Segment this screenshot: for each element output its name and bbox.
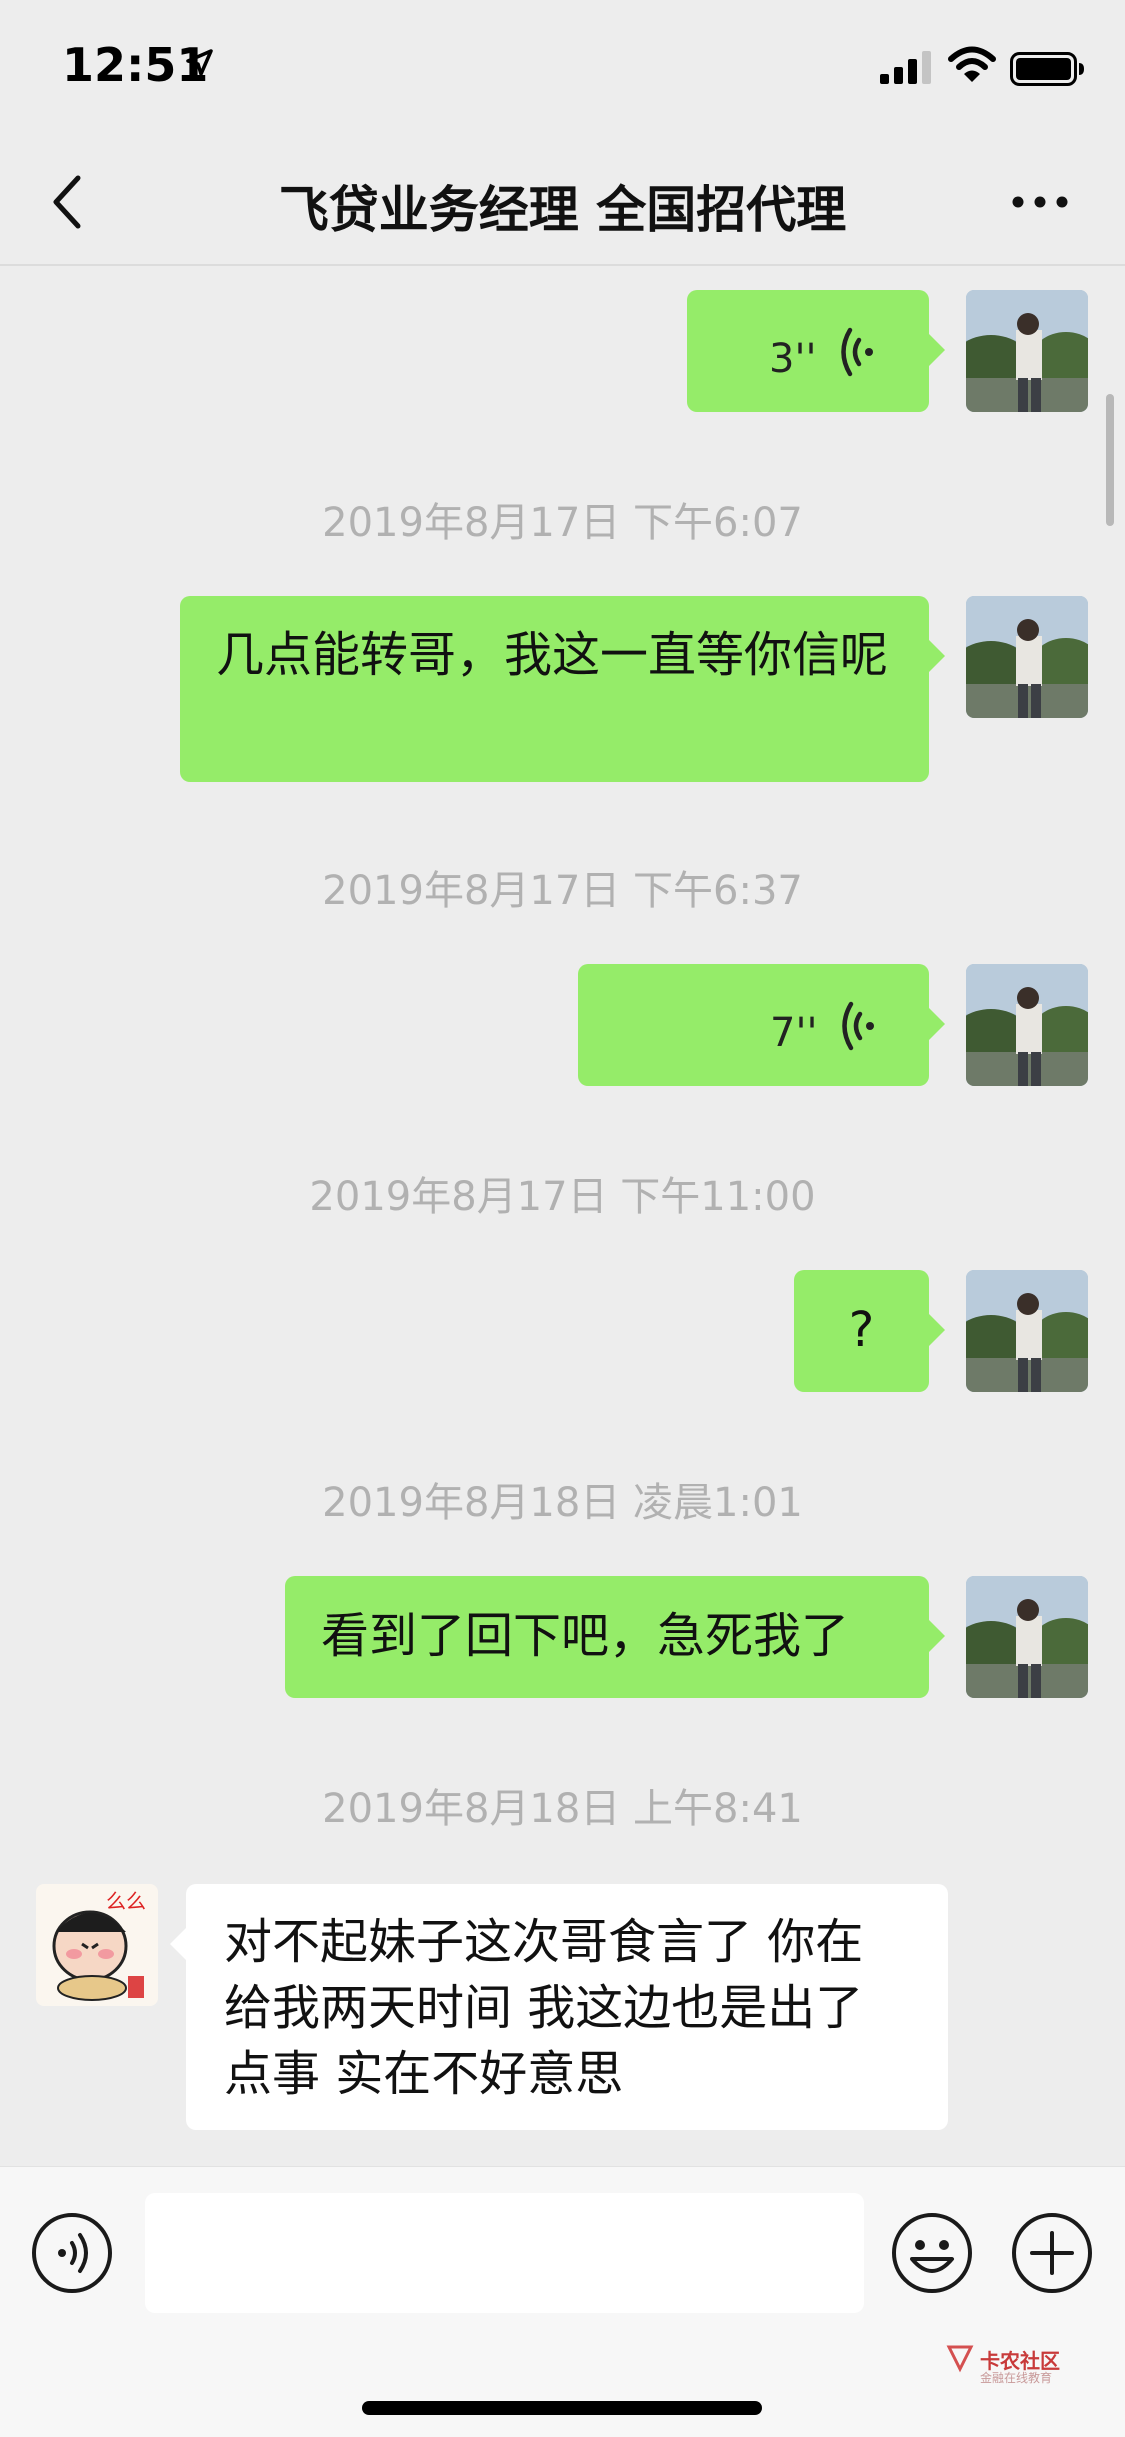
voice-duration: 3'' <box>769 336 817 382</box>
status-bar: 12:51 <box>0 0 1125 140</box>
bubble-tail <box>929 334 945 366</box>
message-input[interactable] <box>145 2193 864 2313</box>
watermark-logo <box>946 2345 974 2373</box>
voice-input-icon[interactable] <box>30 2211 114 2295</box>
timestamp: 2019年8月17日 下午11:00 <box>309 1174 816 1220</box>
message-text: 几点能转哥，我这一直等你信呢 <box>216 627 889 683</box>
my-avatar[interactable] <box>966 1270 1088 1392</box>
timestamp: 2019年8月18日 上午8:41 <box>322 1786 803 1832</box>
voice-message[interactable]: 3'' <box>687 290 945 412</box>
emoji-icon[interactable] <box>890 2211 974 2295</box>
text-message[interactable]: 看到了回下吧，急死我了 <box>285 1576 945 1698</box>
voice-wave-icon <box>841 327 873 377</box>
contact-avatar[interactable]: 么么 <box>36 1884 158 2006</box>
svg-text:么么: 么么 <box>106 1889 146 1913</box>
bubble-tail <box>929 1620 945 1652</box>
chat-title: 飞贷业务经理 全国招代理 <box>278 181 847 239</box>
signal-icon <box>880 51 931 84</box>
watermark-subtext: 金融在线教育 <box>980 2371 1053 2385</box>
my-avatar[interactable] <box>966 964 1088 1086</box>
location-arrow-icon <box>186 49 213 76</box>
chat-area[interactable]: 3'' 2019年8月17日 下午6:07 几点能转哥，我这一直等你信呢 201… <box>0 266 1125 2166</box>
my-avatar[interactable] <box>966 290 1088 412</box>
my-avatar[interactable] <box>966 1576 1088 1698</box>
battery-icon <box>1010 52 1084 86</box>
plus-icon[interactable] <box>1010 2211 1094 2295</box>
chat-header: 飞贷业务经理 全国招代理 <box>0 140 1125 266</box>
timestamp: 2019年8月17日 下午6:37 <box>322 868 803 914</box>
text-message[interactable]: ? <box>794 1270 945 1392</box>
voice-duration: 7'' <box>770 1010 818 1056</box>
text-message[interactable]: 几点能转哥，我这一直等你信呢 <box>180 596 945 782</box>
bubble-tail <box>929 1314 945 1346</box>
my-avatar[interactable] <box>966 596 1088 718</box>
voice-message[interactable]: 7'' <box>578 964 945 1086</box>
timestamp: 2019年8月18日 凌晨1:01 <box>322 1480 803 1526</box>
timestamp: 2019年8月17日 下午6:07 <box>322 500 803 546</box>
bubble-tail <box>929 1008 945 1040</box>
wifi-icon <box>948 46 996 82</box>
bubble-tail <box>170 1928 186 1960</box>
message-text: 对不起妹子这次哥食言了 你在给我两天时间 我这边也是出了点事 实在不好意思 <box>224 1914 864 2102</box>
input-bar: 卡农社区 金融在线教育 <box>0 2166 1125 2437</box>
text-message-received[interactable]: 对不起妹子这次哥食言了 你在给我两天时间 我这边也是出了点事 实在不好意思 <box>170 1884 948 2130</box>
message-text: ? <box>848 1302 875 1358</box>
more-icon[interactable] <box>1010 192 1070 212</box>
message-text: 看到了回下吧，急死我了 <box>321 1608 850 1664</box>
voice-wave-icon <box>842 1001 874 1051</box>
bubble-tail <box>929 640 945 672</box>
home-indicator[interactable] <box>362 2401 762 2415</box>
